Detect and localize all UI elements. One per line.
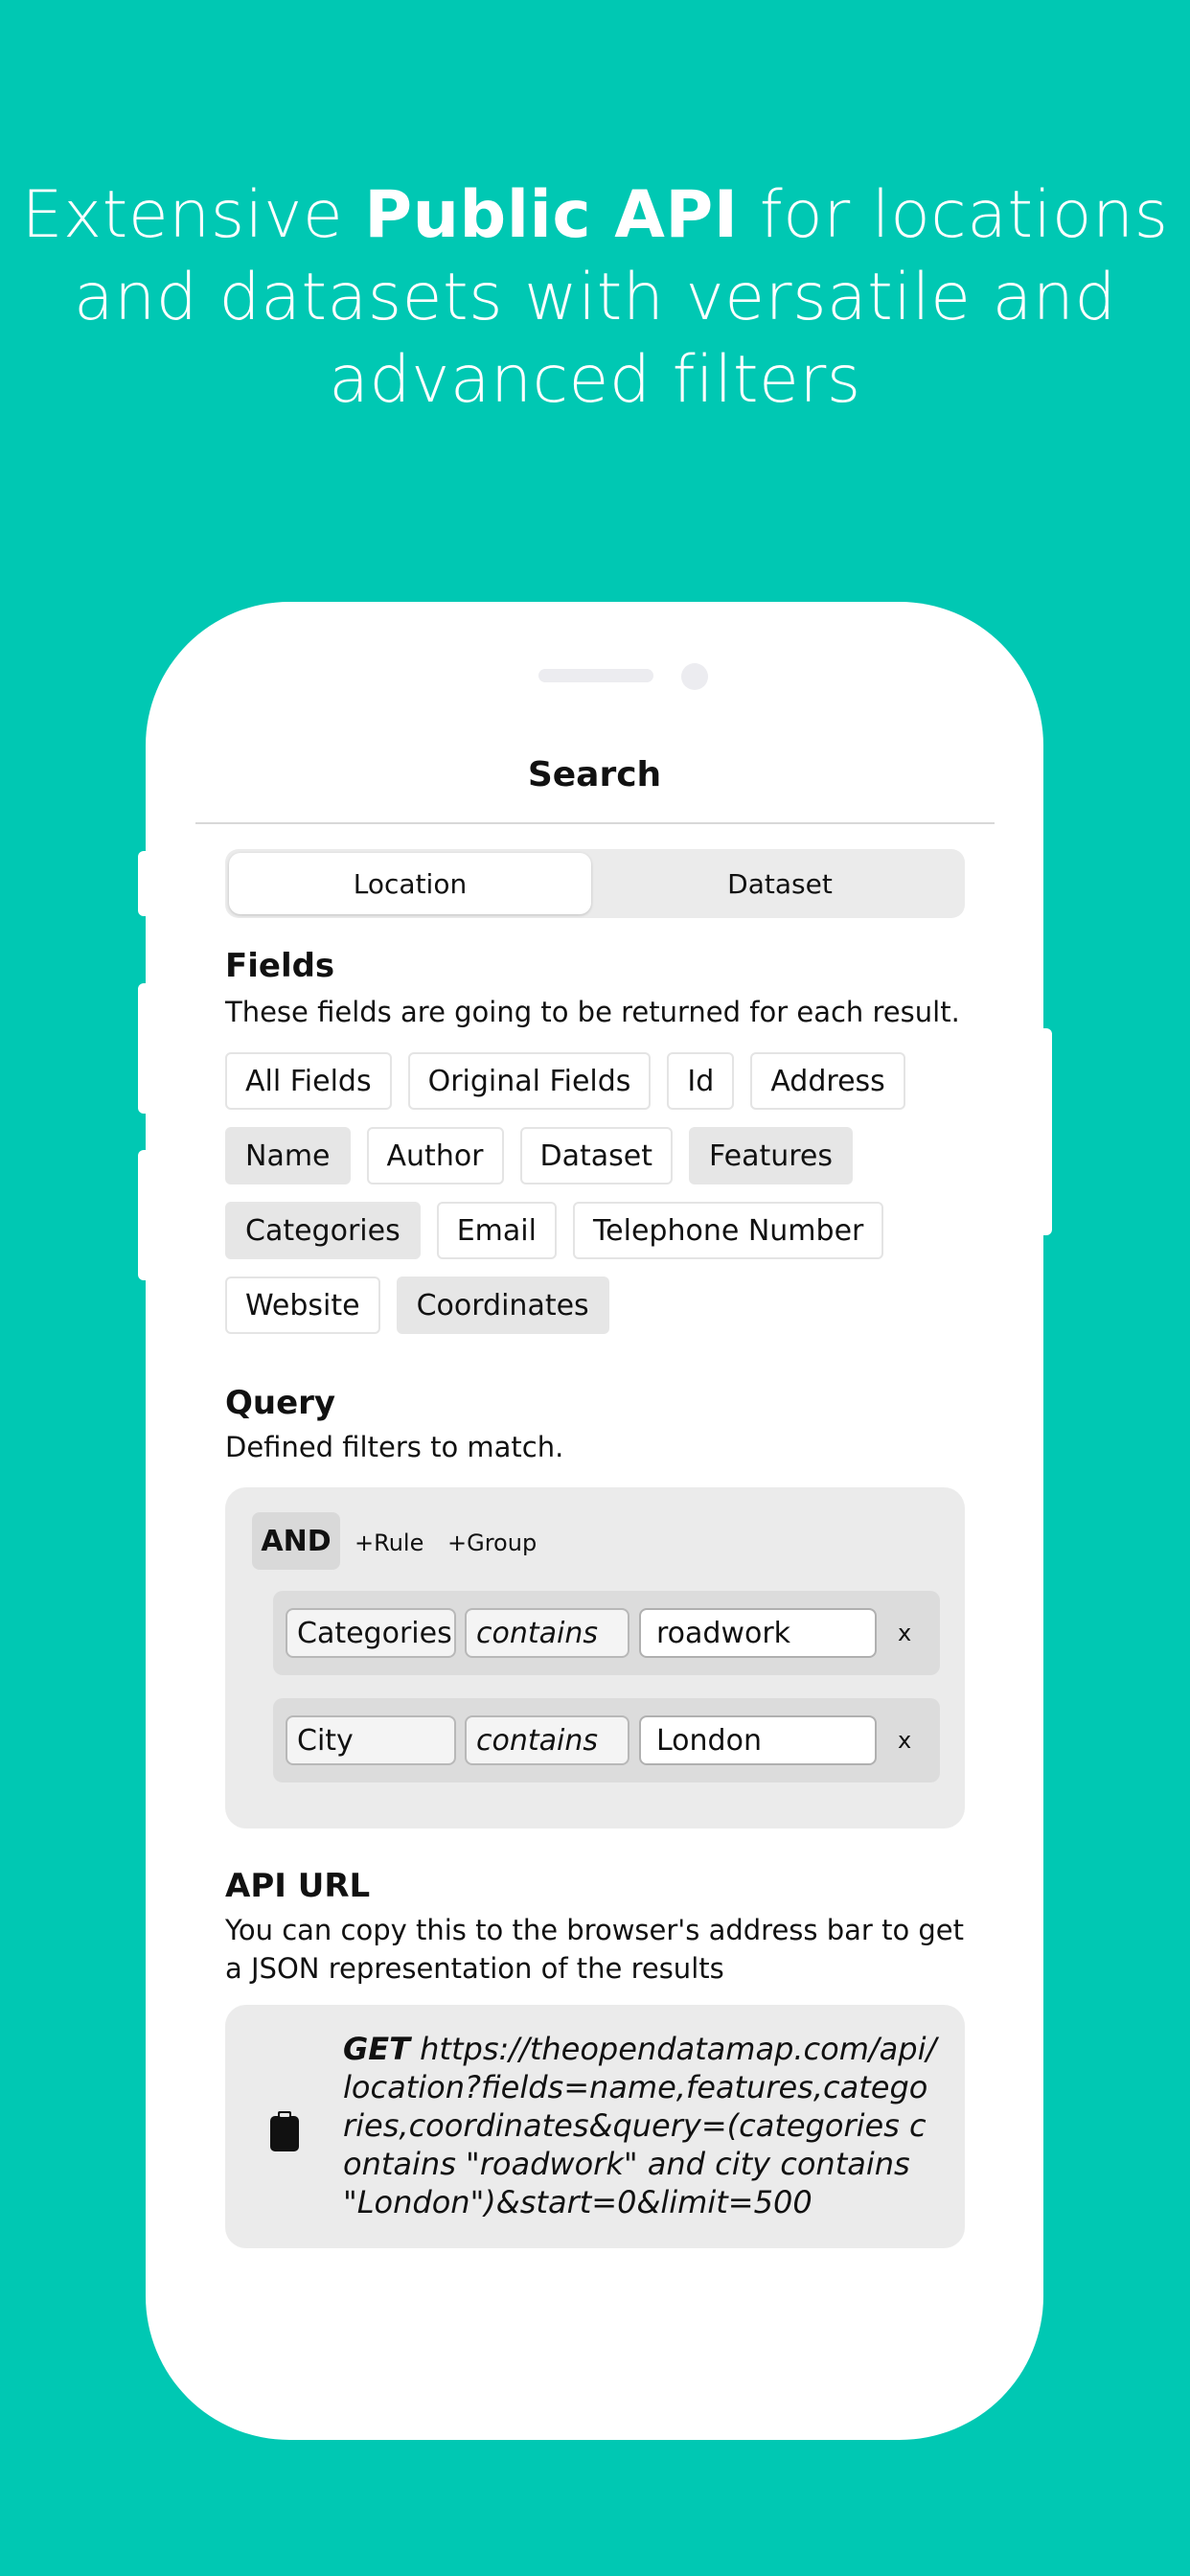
fields-title: Fields: [225, 947, 335, 985]
front-camera: [681, 663, 708, 690]
field-chip-email[interactable]: Email: [436, 1202, 557, 1259]
field-chip-address[interactable]: Address: [750, 1052, 905, 1110]
api-url-description: You can copy this to the browser's addre…: [225, 1914, 965, 1985]
field-chip-row-2: Name Author Dataset Features: [225, 1127, 854, 1184]
add-rule-button[interactable]: +Rule: [355, 1530, 423, 1556]
rule-value-input[interactable]: roadwork: [639, 1608, 877, 1658]
clipboard-icon[interactable]: [268, 2110, 301, 2152]
rule-field-select[interactable]: Categories: [286, 1608, 456, 1658]
page-title: Search: [527, 755, 662, 794]
search-type-segmented-control: Location Dataset: [225, 849, 965, 918]
rule-operator-select[interactable]: contains: [465, 1715, 629, 1765]
query-description: Defined filters to match.: [225, 1431, 564, 1463]
fields-description: These fields are going to be returned fo…: [225, 996, 960, 1028]
headline-pre: Extensive: [21, 177, 365, 253]
rule-field-select[interactable]: City: [286, 1715, 456, 1765]
remove-rule-button[interactable]: x: [898, 1620, 911, 1646]
segment-dataset[interactable]: Dataset: [599, 853, 961, 914]
nav-divider: [195, 822, 995, 824]
remove-rule-button[interactable]: x: [898, 1727, 911, 1754]
segment-location[interactable]: Location: [229, 853, 591, 914]
query-builder: AND +Rule +Group Categories contains roa…: [225, 1487, 965, 1828]
headline: Extensive Public API for locations and d…: [0, 174, 1190, 422]
field-chip-original-fields[interactable]: Original Fields: [407, 1052, 652, 1110]
rule-operator-select[interactable]: contains: [465, 1608, 629, 1658]
field-chip-all-fields[interactable]: All Fields: [225, 1052, 392, 1110]
query-rule: Categories contains roadwork x: [273, 1591, 940, 1675]
phone-frame: Search Location Dataset Fields These fie…: [146, 602, 1043, 2440]
add-group-button[interactable]: +Group: [447, 1530, 537, 1556]
query-rule: City contains London x: [273, 1698, 940, 1782]
field-chip-author[interactable]: Author: [366, 1127, 504, 1184]
combinator-and-button[interactable]: AND: [252, 1512, 340, 1570]
headline-bold: Public API: [364, 177, 739, 253]
api-url: https://theopendatamap.com/api/ location…: [343, 2031, 937, 2220]
field-chip-categories[interactable]: Categories: [225, 1202, 421, 1259]
field-chip-row-3: Categories Email Telephone Number: [225, 1202, 884, 1259]
field-chip-dataset[interactable]: Dataset: [519, 1127, 674, 1184]
query-title: Query: [225, 1384, 336, 1422]
field-chip-telephone-number[interactable]: Telephone Number: [572, 1202, 884, 1259]
field-chip-row-1: All Fields Original Fields Id Address: [225, 1052, 905, 1110]
field-chip-features[interactable]: Features: [689, 1127, 854, 1184]
speaker-grille: [538, 669, 653, 682]
api-url-text: GET https://theopendatamap.com/api/ loca…: [343, 2030, 939, 2221]
api-method: GET: [343, 2031, 410, 2067]
field-chip-coordinates[interactable]: Coordinates: [396, 1276, 609, 1334]
field-chip-website[interactable]: Website: [225, 1276, 380, 1334]
field-chip-id[interactable]: Id: [667, 1052, 735, 1110]
api-url-title: API URL: [225, 1867, 371, 1905]
field-chip-row-4: Website Coordinates: [225, 1276, 609, 1334]
rule-value-input[interactable]: London: [639, 1715, 877, 1765]
field-chip-name[interactable]: Name: [225, 1127, 351, 1184]
api-url-box[interactable]: GET https://theopendatamap.com/api/ loca…: [225, 2005, 965, 2248]
